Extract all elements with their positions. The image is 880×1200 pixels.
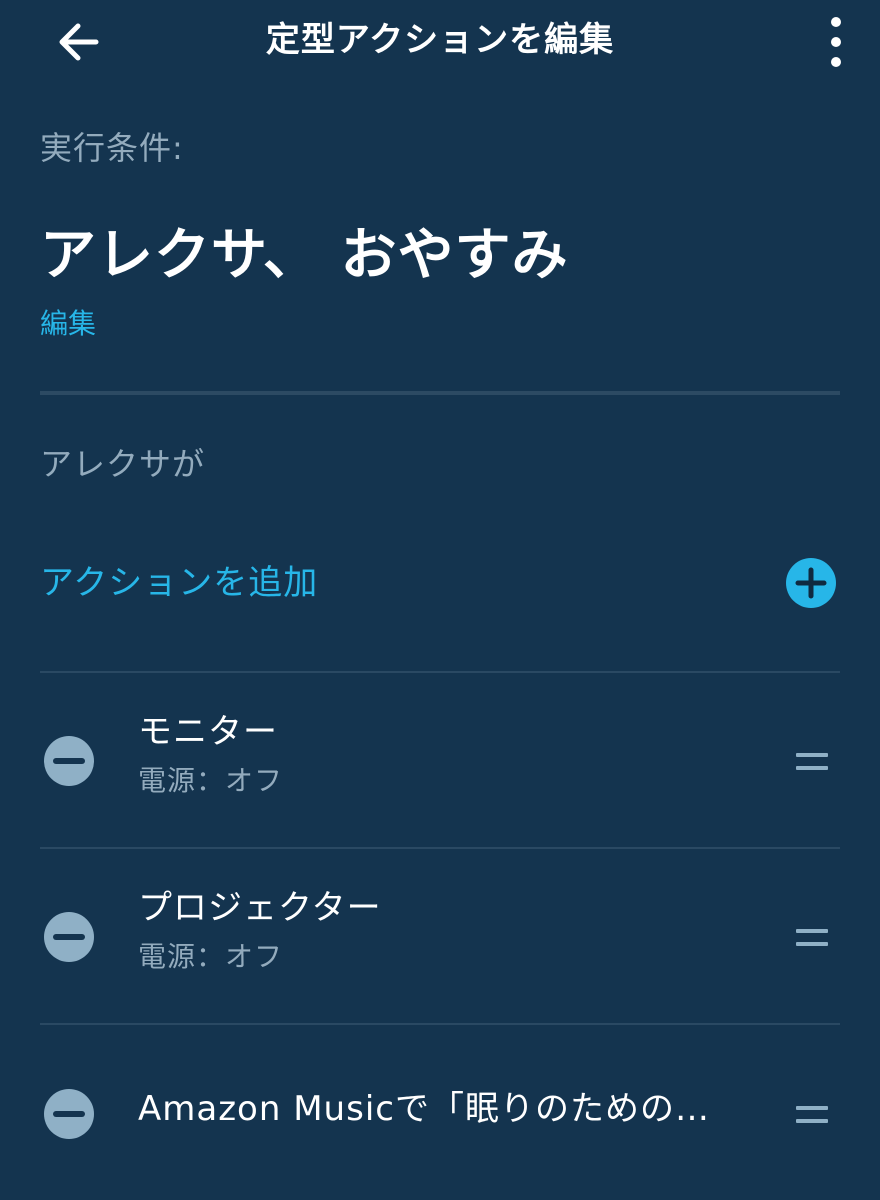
action-item-title: Amazon Musicで「眠りのための… — [138, 1089, 710, 1129]
top-app-bar: 定型アクションを編集 — [0, 0, 880, 84]
add-action-button[interactable]: アクションを追加 — [40, 548, 840, 618]
remove-circle-icon[interactable] — [44, 1089, 94, 1139]
action-item-subtitle: 電源：オフ — [138, 940, 284, 973]
back-button[interactable] — [48, 16, 108, 68]
add-action-label: アクションを追加 — [40, 563, 319, 603]
remove-circle-icon[interactable] — [44, 912, 94, 962]
page-title: 定型アクションを編集 — [265, 20, 615, 60]
edit-routine-screen: 定型アクションを編集 実行条件: アレクサ、 おやすみ 編集 アレクサが アクシ… — [0, 0, 880, 1200]
trigger-label: 実行条件: — [40, 129, 184, 167]
action-item-title: モニター — [138, 712, 278, 752]
action-item[interactable]: プロジェクター 電源：オフ — [0, 849, 880, 1021]
action-item-title: プロジェクター — [138, 888, 382, 928]
more-vertical-icon — [831, 17, 841, 67]
drag-handle-icon[interactable] — [796, 751, 828, 773]
action-item[interactable]: Amazon Musicで「眠りのための… — [0, 1025, 880, 1197]
section-divider — [40, 391, 840, 395]
trigger-phrase: アレクサ、 おやすみ — [40, 223, 569, 288]
arrow-left-icon — [59, 23, 99, 61]
edit-trigger-link[interactable]: 編集 — [40, 304, 96, 344]
more-options-button[interactable] — [812, 12, 860, 72]
action-item[interactable]: モニター 電源：オフ — [0, 673, 880, 845]
actions-section-label: アレクサが — [40, 445, 206, 483]
drag-handle-icon[interactable] — [796, 1104, 828, 1126]
remove-circle-icon[interactable] — [44, 736, 94, 786]
action-item-subtitle: 電源：オフ — [138, 764, 284, 797]
plus-circle-icon — [786, 558, 836, 608]
drag-handle-icon[interactable] — [796, 927, 828, 949]
